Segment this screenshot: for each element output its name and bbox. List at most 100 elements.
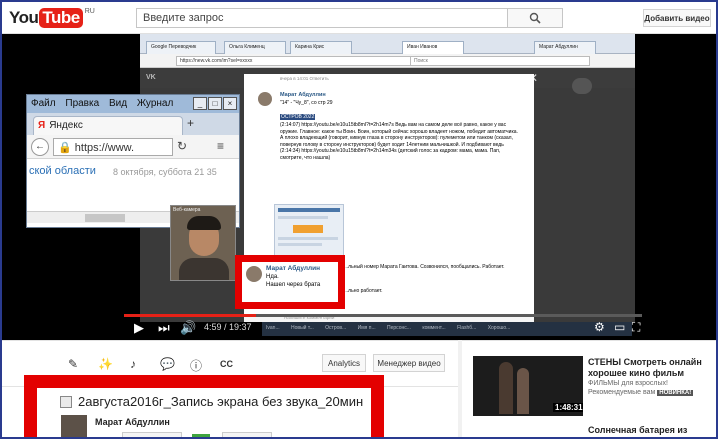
audio-note-icon[interactable]: ♪ (130, 357, 136, 371)
share-button[interactable] (222, 432, 272, 437)
logo-tube: Tube (39, 8, 83, 28)
inner-tab-3: Иван Иванов (402, 41, 464, 54)
menu-item-view: Вид (108, 98, 128, 109)
reload-icon: ↻ (177, 139, 188, 153)
new-badge: НОВИНКА! (657, 390, 694, 396)
back-icon: ← (31, 138, 49, 156)
logo-you: You (9, 8, 39, 27)
vk-profile-icon (572, 78, 592, 94)
info-icon[interactable]: ⓘ (190, 357, 202, 374)
webcam-person-body (179, 258, 229, 280)
video-type-icon (60, 396, 72, 408)
progress-bar[interactable] (124, 314, 642, 317)
window-controls: _ □ × (192, 97, 237, 110)
thumb-header (278, 208, 340, 212)
inner-tab-2: Карина Крис (290, 41, 352, 54)
inner-tab-1: Ольга Клименц (224, 41, 286, 54)
webcam-label: Веб-камера (173, 207, 201, 213)
rating-bar (192, 434, 210, 437)
annotations-icon[interactable]: 💬 (160, 357, 175, 371)
chat-msg1-text: "14" - "Чу_8", со стр 29 (280, 100, 333, 106)
inner-address-bar: https://new.vk.com/im?sel=xxxxx Поиск (140, 54, 635, 68)
analytics-button[interactable]: Analytics (322, 354, 366, 372)
related-title[interactable]: СТЕНЫ Смотреть онлайн хорошее кино фильм (588, 357, 712, 379)
webcam-overlay: Веб-камера (170, 205, 236, 281)
video-manager-button[interactable]: Менеджер видео (373, 354, 445, 372)
thumb-highlight (293, 225, 323, 233)
highlight-name: Марат Абдуллин (266, 265, 321, 272)
lock-icon: 🔒 (58, 142, 72, 154)
subtitles-cc-icon[interactable]: CC (220, 359, 233, 369)
thumb-line (278, 243, 322, 246)
video-title: 2августа2016г_Запись экрана без звука_20… (78, 394, 364, 409)
chat-msg2: ОСТРОВ 2022 (280, 114, 520, 121)
chat-msg3-text: ...льный номер Марата Гаитова. Созвонилс… (344, 264, 505, 270)
highlight-line2: Нашел через брата (266, 282, 321, 288)
menu-item-edit: Правка (65, 98, 100, 109)
next-icon[interactable]: ⏭ (158, 320, 170, 336)
highlighted-message: Марат Абдуллин Нда. Нашел через брата (235, 255, 345, 309)
logo-region: RU (84, 8, 95, 15)
play-icon[interactable]: ▶ (134, 320, 144, 336)
new-tab-icon: + (187, 116, 195, 130)
close-icon: × (223, 97, 237, 110)
fullscreen-icon[interactable]: ⛶ (632, 320, 640, 335)
thumb-line (278, 216, 328, 219)
avatar (246, 266, 262, 282)
channel-name[interactable]: Марат Абдуллин (95, 417, 170, 427)
masthead: You Tube RU Введите запрос Добавить виде… (2, 2, 716, 34)
chat-msg4-text: ...льно работает. (344, 288, 383, 294)
related-meta-line1: ФИЛЬМЫ для взрослых! (588, 380, 668, 387)
avatar[interactable] (61, 415, 87, 437)
maximize-icon: □ (208, 97, 222, 110)
search-button[interactable] (507, 8, 563, 28)
chat-msg1-name: Марат Абдуллин (280, 92, 326, 98)
related-sidebar: 1:48:31 СТЕНЫ Смотреть онлайн хорошее ки… (462, 340, 716, 437)
yandex-tab-bar: Я Яндекс + (27, 113, 239, 135)
search-input[interactable]: Введите запрос (136, 8, 508, 28)
avatar (258, 92, 272, 106)
video-player[interactable]: Google Переводчик Ольга Клименц Карина К… (2, 34, 716, 340)
hamburger-menu-icon: ≡ (217, 139, 225, 153)
yandex-date: 8 октября, суббота 21 35 (113, 167, 217, 177)
progress-fill (124, 314, 256, 317)
vk-logo: VK (146, 74, 156, 81)
menu-item-history: Журнал (136, 98, 174, 109)
chat-msg1-time: вчера в 14:01 Ответить (280, 76, 329, 81)
menu-item-file: Файл (31, 98, 56, 109)
settings-icon[interactable]: ⚙ (594, 320, 605, 334)
chat-msg2-text: (2:14:07) https://youtu.be/e10u15tb8mI?t… (280, 122, 518, 161)
volume-icon[interactable]: 🔊 (180, 320, 196, 336)
edit-pencil-icon[interactable]: ✎ (68, 357, 78, 371)
player-controls: ▶ ⏭ 🔊 4:59 / 19:37 ⚙ ▭ ⛶ (124, 318, 642, 338)
thumb-figure (517, 368, 529, 414)
minimize-icon: _ (193, 97, 207, 110)
subscribe-row (122, 432, 282, 437)
related-thumbnail[interactable]: 1:48:31 (473, 356, 583, 416)
related-meta-line2: Рекомендуемые вам НОВИНКА! (588, 388, 712, 398)
inner-tab-0: Google Переводчик (146, 41, 216, 54)
upload-button[interactable]: Добавить видео (643, 9, 711, 27)
related-meta-line2-text: Рекомендуемые вам (588, 389, 656, 396)
yandex-url-text: https://www. (74, 142, 135, 154)
theater-mode-icon[interactable]: ▭ (614, 320, 625, 334)
related-meta: ФИЛЬМЫ для взрослых! Рекомендуемые вам Н… (588, 379, 712, 398)
highlight-line1: Нда. (266, 274, 279, 280)
enhance-wand-icon[interactable]: ✨ (98, 357, 113, 371)
yandex-logo-icon: Я (38, 120, 46, 131)
inner-tab-4: Марат Абдуллин (534, 41, 596, 54)
yandex-nav-bar: ← 🔒 https://www. ↻ ≡ (27, 135, 239, 159)
thumb-line (278, 237, 338, 240)
search-icon (529, 12, 541, 24)
chat-msg2-highlight: ОСТРОВ 2022 (280, 114, 316, 120)
inner-browser-tabs: Google Переводчик Ольга Клименц Карина К… (140, 34, 635, 54)
inner-search: Поиск (410, 56, 590, 66)
thumb-figure (499, 362, 513, 414)
duration-badge: 1:48:31 (553, 403, 583, 412)
yandex-region: ской области (29, 165, 96, 177)
app-frame: You Tube RU Введите запрос Добавить виде… (0, 0, 718, 439)
subscribe-button[interactable] (122, 432, 182, 437)
webcam-person-hair (187, 216, 221, 230)
youtube-logo[interactable]: You Tube RU (9, 6, 95, 30)
related-title-2[interactable]: Солнечная батарея из (588, 425, 712, 435)
